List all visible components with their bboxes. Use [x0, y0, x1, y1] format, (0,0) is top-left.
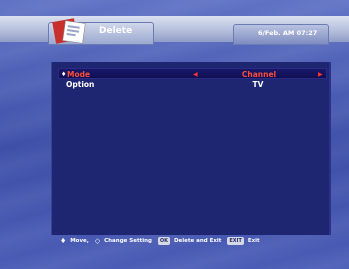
panel-edge-right [329, 62, 331, 235]
help-bar: ♦ Move, ◇ Change Setting OK Delete and E… [60, 235, 330, 247]
header-bar: Delete 6/Feb. AM 07:27 [0, 16, 349, 45]
page-title: Delete [99, 26, 133, 36]
datetime-label: 6/Feb. AM 07:27 [258, 29, 318, 37]
menu-book-icon [52, 18, 86, 44]
help-exit: Exit [247, 238, 260, 244]
menu-row-mode[interactable]: ♦ Mode ◀ Channel ▶ [58, 68, 327, 79]
help-delete-exit: Delete and Exit [173, 238, 222, 244]
menu-row-option[interactable]: Option TV [58, 79, 327, 90]
exit-key-badge: EXIT [227, 237, 244, 245]
help-move: Move, [70, 238, 89, 244]
updown-icon: ♦ [60, 237, 67, 245]
option-label: Option [66, 80, 95, 89]
option-value[interactable]: TV [213, 79, 303, 90]
help-change: Change Setting [104, 238, 152, 244]
ok-key-badge: OK [157, 237, 171, 245]
leftright-icon: ◇ [94, 237, 101, 245]
